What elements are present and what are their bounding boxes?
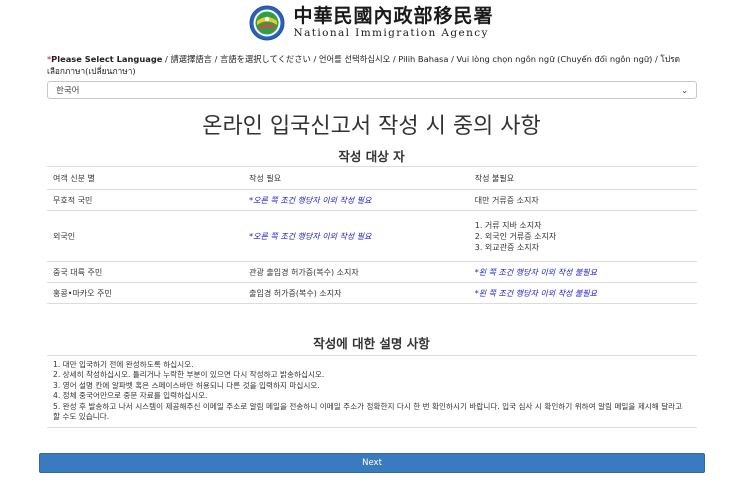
cell-required: *오른 쪽 조건 행당자 이외 작성 필요 — [243, 189, 469, 211]
column-header-identity: 여객 신분 별 — [47, 166, 244, 190]
cell-not-required: 대만 거류증 소지자 — [468, 189, 697, 211]
table-header-row: 여객 신분 별 작성 필요 작성 불필요 — [47, 166, 697, 190]
cell-identity: 중국 대륙 주민 — [47, 261, 244, 283]
cell-identity: 무호적 국민 — [47, 189, 244, 211]
target-section-title: 작성 대상 자 — [338, 149, 405, 164]
instruction-item: 2. 상세히 작성하십시오. 틀리거나 누락한 부분이 있으면 다시 작성하고 … — [53, 370, 325, 380]
cell-required: 출입경 허가증(복수) 소지자 — [243, 282, 469, 304]
table-row: 외국인 *오른 쪽 조건 행당자 이외 작성 필요 1. 거류 지바 소지자 2… — [47, 210, 697, 262]
instruction-item: 5. 완성 후 발송하고 나서 시스템이 제공해주신 이메일 주소로 알림 메일… — [53, 401, 683, 422]
cell-not-required: 1. 거류 지바 소지자 2. 외국인 거류증 소지자 3. 외교관증 소지자 — [468, 210, 697, 262]
cell-identity: 홍콩•마카오 주민 — [47, 282, 244, 304]
agency-name-en: National Immigration Agency — [293, 27, 489, 40]
table-row: 중국 대륙 주민 관광 출입경 허가증(복수) 소지자 *왼 쪽 조건 행당자 … — [47, 261, 697, 283]
language-label: *Please Select Language / 請選擇語言 / 言語を選択し… — [47, 53, 697, 77]
language-select[interactable]: 한국어 ⌄ — [47, 81, 697, 99]
list-item: 3. 외교관증 소지자 — [474, 242, 539, 252]
cell-identity: 외국인 — [47, 210, 244, 262]
table-row: 홍콩•마카오 주민 출입경 허가증(복수) 소지자 *왼 쪽 조건 행당자 이외… — [47, 282, 697, 304]
header: 中華民國內政部移民署 National Immigration Agency — [0, 0, 743, 46]
cell-required: 관광 출입경 허가증(복수) 소지자 — [243, 261, 469, 283]
page: 中華民國內政部移民署 National Immigration Agency *… — [0, 0, 743, 489]
instruction-item: 4. 정체 중국어만으로 중문 자료를 입력하십시오. — [53, 391, 208, 401]
column-header-not-required: 작성 불필요 — [468, 166, 697, 190]
next-button-label: Next — [362, 458, 382, 468]
column-header-required: 작성 필요 — [243, 166, 469, 190]
language-label-english: Please Select Language — [51, 54, 163, 64]
cell-not-required: *왼 쪽 조건 행당자 이외 작성 불필요 — [468, 282, 697, 304]
instruction-item: 1. 대만 입국하기 전에 완성하도록 하십시오. — [53, 360, 194, 369]
chevron-down-icon: ⌄ — [681, 85, 688, 95]
page-title: 온라인 입국신고서 작성 시 중의 사항 — [202, 114, 541, 139]
instruction-item: 3. 영어 설명 칸에 알파벳 혹은 스페이스바만 허용되니 다른 것을 입력하… — [53, 380, 320, 390]
instructions-title: 작성에 대한 설명 사항 — [313, 336, 430, 351]
next-button[interactable]: Next — [39, 453, 705, 473]
agency-name-zh: 中華民國內政部移民署 — [293, 4, 494, 27]
instructions-box: 1. 대만 입국하기 전에 완성하도록 하십시오. 2. 상세히 작성하십시오.… — [47, 355, 697, 429]
table-row: 무호적 국민 *오른 쪽 조건 행당자 이외 작성 필요 대만 거류증 소지자 — [47, 189, 697, 211]
agency-seal-icon — [249, 5, 285, 41]
language-selected-value: 한국어 — [56, 86, 80, 96]
agency-logo: 中華民國內政部移民署 National Immigration Agency — [249, 5, 493, 41]
cell-required: *오른 쪽 조건 행당자 이외 작성 필요 — [243, 210, 469, 262]
target-table: 여객 신분 별 작성 필요 작성 불필요 무호적 국민 *오른 쪽 조건 행당자… — [47, 166, 697, 304]
list-item: 1. 거류 지바 소지자 — [474, 220, 542, 230]
cell-not-required: *왼 쪽 조건 행당자 이외 작성 불필요 — [468, 261, 697, 283]
list-item: 2. 외국인 거류증 소지자 — [474, 231, 557, 241]
